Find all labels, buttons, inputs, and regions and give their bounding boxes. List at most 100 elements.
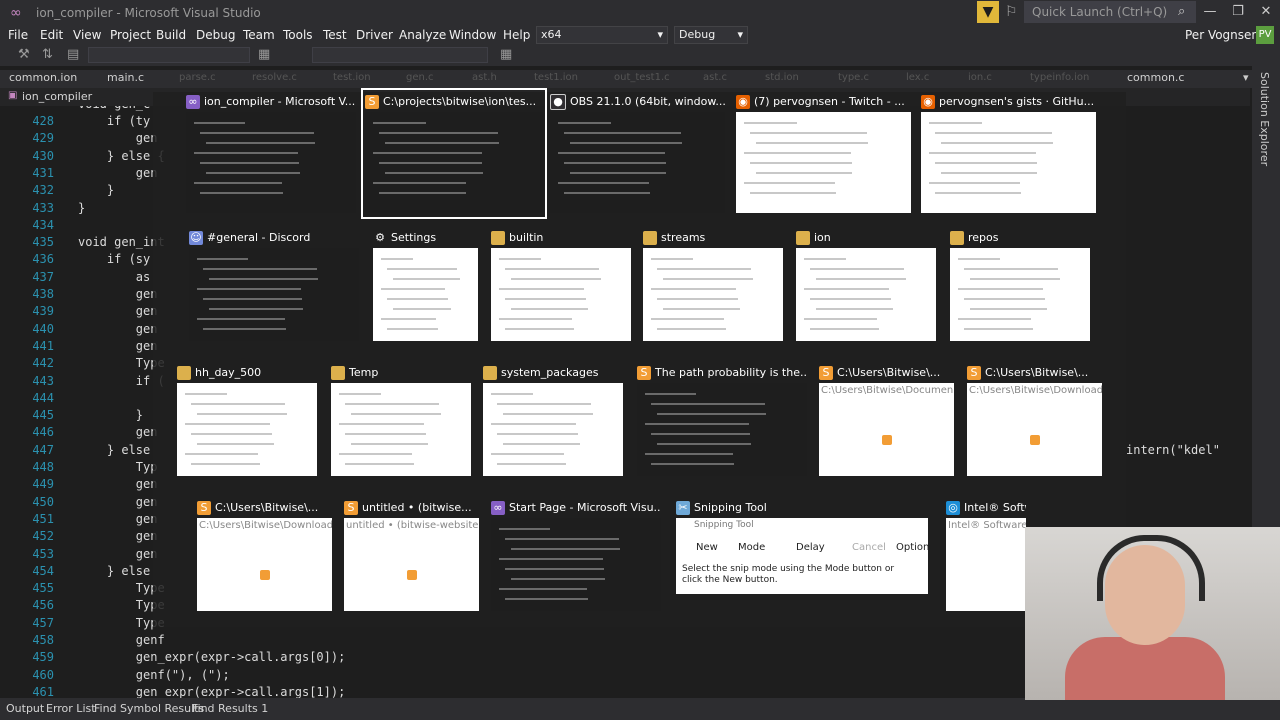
code-line[interactable]: } else [78,443,150,457]
switcher-window[interactable]: S C:\Users\Bitwise\... C:\Users\Bitwise\Do… [197,498,332,613]
code-line[interactable]: void gen_c [78,106,150,111]
code-line[interactable]: gen_expr(expr->call.args[0]); [78,650,346,664]
restore-button[interactable]: ❐ [1228,4,1248,19]
code-line[interactable]: Type [78,598,165,612]
code-line[interactable]: gen [78,477,158,491]
tab-ghost[interactable]: std.ion [765,72,799,83]
code-line[interactable]: if (ty [78,114,150,128]
tab-ghost[interactable]: out_test1.c [614,72,670,83]
menu-team[interactable]: Team [243,28,275,42]
code-line[interactable]: gen [78,131,158,145]
code-line[interactable]: } [78,408,143,422]
chevron-down-icon[interactable]: ▾ [1243,71,1249,84]
code-line[interactable]: if ( [78,374,165,388]
code-line[interactable]: Typ [78,460,158,474]
tab-common-ion[interactable]: common.ion [9,71,77,84]
quick-launch-input[interactable]: Quick Launch (Ctrl+Q) [1024,1,1196,23]
user-name[interactable]: Per Vognsen [1185,28,1259,42]
tab-main-c[interactable]: main.c [107,71,144,84]
tab-common-c[interactable]: common.c [1127,71,1184,84]
menu-analyze[interactable]: Analyze [399,28,446,42]
code-line[interactable]: Type [78,616,165,630]
code-line[interactable]: gen [78,339,158,353]
tab-ghost[interactable]: parse.c [179,72,216,83]
tab-ghost[interactable]: lex.c [906,72,929,83]
toolbar-grid-icon[interactable]: ▦ [258,47,270,62]
code-line[interactable]: void gen_int [78,235,165,249]
switcher-window[interactable]: S The path probability is the... [637,363,807,478]
code-line[interactable]: if (sy [78,252,150,266]
code-line[interactable]: gen_expr(expr->call.args[1]); [78,685,346,699]
switcher-window[interactable]: ■ Temp [331,363,471,478]
switcher-window[interactable]: ∞ Start Page - Microsoft Visu... [491,498,661,613]
code-line[interactable]: } else { [78,149,165,163]
switcher-window[interactable]: Suntitled • (bitwise... untitled • (bitwi… [344,498,479,613]
filter-icon[interactable]: ▼ [977,1,999,23]
code-line[interactable]: gen [78,512,158,526]
switcher-window[interactable]: ■ streams [643,228,783,343]
switcher-window[interactable]: ☺ #general - Discord [189,228,359,343]
tab-ghost[interactable]: ast.c [703,72,727,83]
menu-window[interactable]: Window [449,28,496,42]
switcher-window[interactable]: ■ hh_day_500 [177,363,317,478]
close-button[interactable]: ✕ [1256,4,1276,19]
tab-ghost[interactable]: ast.h [472,72,497,83]
menu-test[interactable]: Test [323,28,347,42]
code-line[interactable]: Type [78,581,165,595]
menu-debug[interactable]: Debug [196,28,235,42]
code-line[interactable]: } [78,183,114,197]
code-line[interactable]: gen [78,495,158,509]
tab-ghost[interactable]: resolve.c [252,72,297,83]
switcher-window[interactable]: ■ ion [796,228,936,343]
avatar[interactable]: PV [1256,26,1274,44]
code-fragment[interactable]: intern("kdel" [1126,443,1220,457]
toolbar-layout-icon[interactable]: ▦ [500,47,512,62]
code-line[interactable]: genf("), ("); [78,668,230,682]
breadcrumb-project[interactable]: ion_compiler [22,90,92,103]
code-line[interactable]: } else [78,564,150,578]
config-select[interactable]: Debug ▾ [674,26,748,44]
tab-output[interactable]: Output [6,702,44,715]
toolbar-tool-icon[interactable]: ⚒ [18,47,30,62]
switcher-window[interactable]: ■ repos [950,228,1090,343]
tab-ghost[interactable]: test.ion [333,72,371,83]
code-line[interactable]: gen [78,304,158,318]
code-line[interactable]: gen [78,547,158,561]
menu-driver[interactable]: Driver [356,28,393,42]
switcher-window[interactable]: ✂ Snipping Tool Snipping Tool New Mode Delay C… [676,498,928,613]
tab-find-results-1[interactable]: Find Results 1 [192,702,268,715]
menu-help[interactable]: Help [503,28,530,42]
code-line[interactable]: as [78,270,150,284]
tab-ghost[interactable]: ion.c [968,72,992,83]
notification-icon[interactable]: ⚐ [1005,4,1018,20]
switcher-window[interactable]: ■ builtin [491,228,631,343]
menu-project[interactable]: Project [110,28,151,42]
tab-error-list[interactable]: Error List [46,702,96,715]
code-line[interactable]: genf [78,633,165,647]
toolbar-dropdown-2[interactable] [312,47,488,63]
tab-ghost[interactable]: typeinfo.ion [1030,72,1089,83]
switcher-window[interactable]: S C:\Users\Bitwise\... C:\Users\Bitwise\Do… [819,363,954,478]
switcher-window[interactable]: ∞ ion_compiler - Microsoft V... [186,92,356,215]
minimize-button[interactable]: — [1200,4,1220,19]
switcher-window[interactable]: S C:\projects\bitwise\ion\tes... [361,88,547,219]
switcher-window[interactable]: ■ system_packages [483,363,623,478]
switcher-window[interactable]: ◎ Intel® Software... Intel® Software [946,498,1026,613]
menu-build[interactable]: Build [156,28,186,42]
tab-find-symbol-results[interactable]: Find Symbol Results [94,702,204,715]
toolbar-dropdown[interactable] [88,47,250,63]
menu-file[interactable]: File [8,28,28,42]
switcher-window[interactable]: ⚙ Settings [373,228,478,343]
solution-explorer-tab[interactable]: Solution Explorer [1258,72,1271,166]
code-line[interactable]: gen [78,166,158,180]
switcher-window[interactable]: ● OBS 21.1.0 (64bit, window... [550,92,725,215]
code-line[interactable]: } [78,201,85,215]
switcher-window[interactable]: ◉ (7) pervognsen - Twitch - ... [736,92,911,215]
search-icon[interactable]: ⌕ [1178,4,1185,19]
code-line[interactable]: Type [78,356,165,370]
code-line[interactable]: gen [78,425,158,439]
switcher-window[interactable]: S C:\Users\Bitwise\... C:\Users\Bitwise\Do… [967,363,1102,478]
code-line[interactable]: gen [78,322,158,336]
tab-ghost[interactable]: gen.c [406,72,434,83]
tab-ghost[interactable]: test1.ion [534,72,578,83]
